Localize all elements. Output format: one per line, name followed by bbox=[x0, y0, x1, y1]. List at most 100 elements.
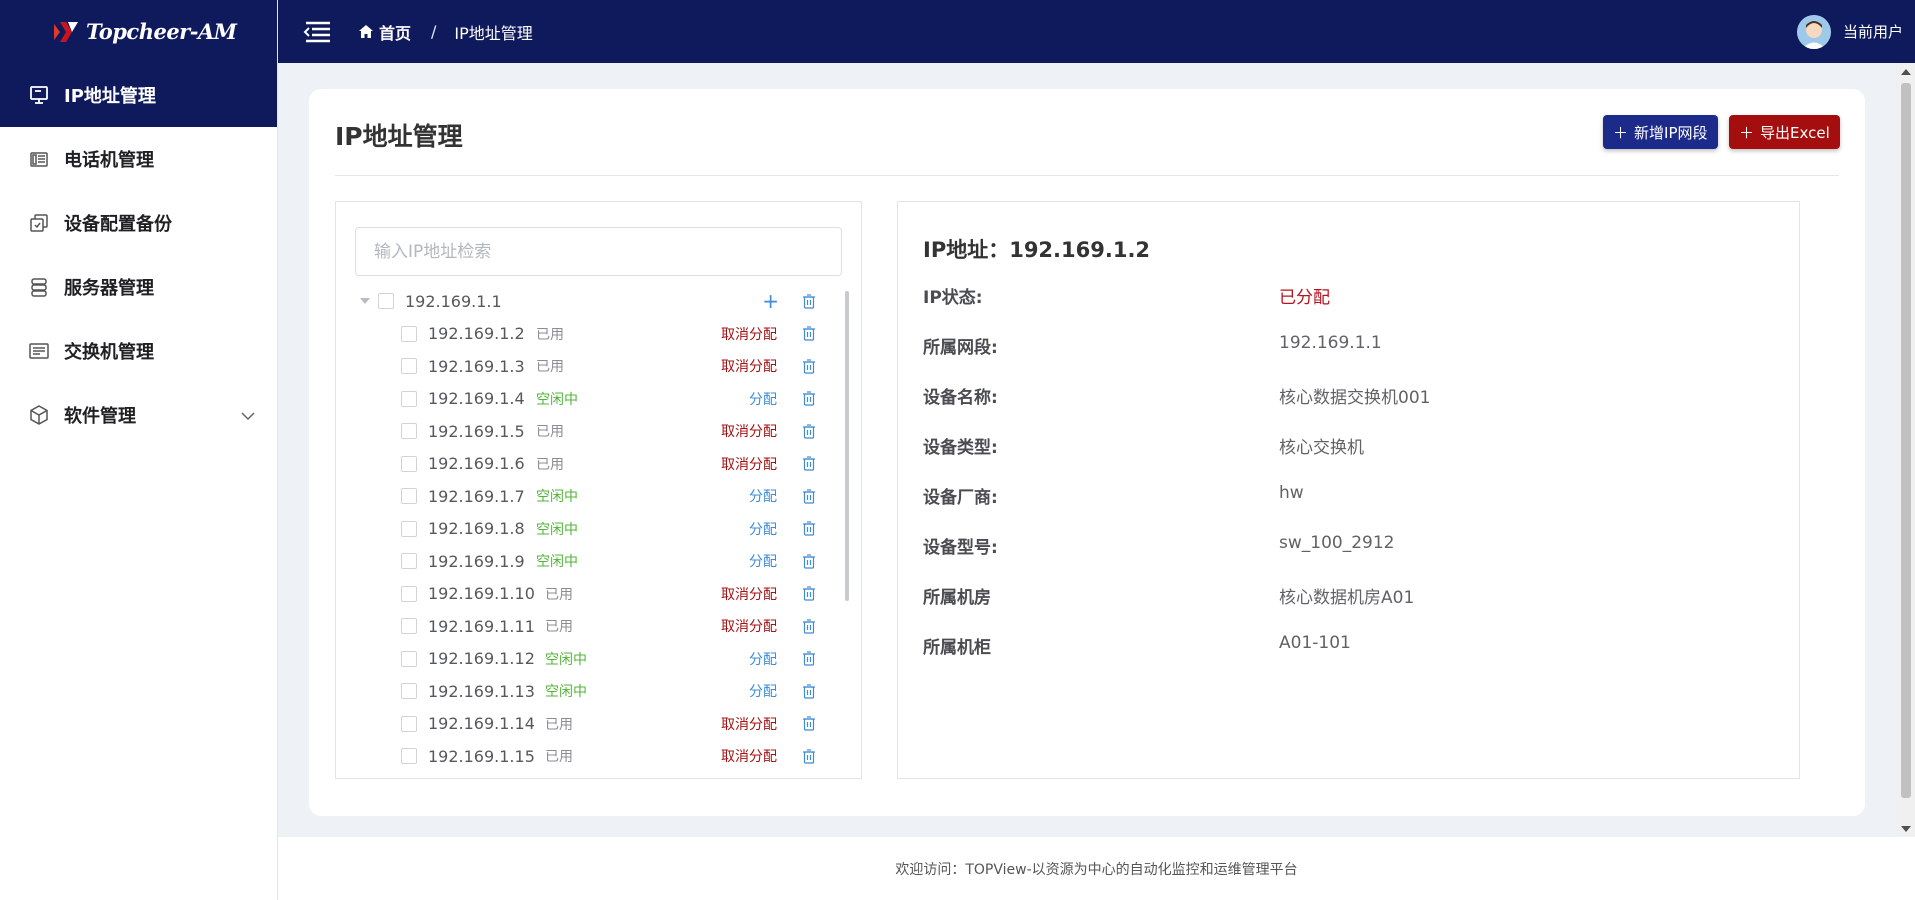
field-label: 设备厂商: bbox=[923, 488, 998, 508]
trash-icon[interactable] bbox=[802, 424, 816, 439]
unassign-link[interactable]: 取消分配 bbox=[721, 584, 777, 604]
sidebar-item-switch[interactable]: 交换机管理 bbox=[0, 319, 277, 383]
checkbox[interactable] bbox=[401, 488, 417, 505]
unassign-link[interactable]: 取消分配 bbox=[721, 714, 777, 734]
trash-icon[interactable] bbox=[802, 684, 816, 699]
tree-parent-row[interactable]: 192.169.1.1 + bbox=[336, 285, 846, 318]
trash-icon[interactable] bbox=[802, 651, 816, 666]
caret-down-icon[interactable] bbox=[360, 298, 370, 305]
tree-ip-row[interactable]: 192.169.1.11 已用 取消分配 bbox=[336, 610, 846, 643]
ip-status: 已用 bbox=[536, 359, 564, 376]
ip-tree: 192.169.1.1 + 192.169.1.2 已用 取消分配 192.169.1… bbox=[336, 285, 846, 773]
ip-address: 192.169.1.6 bbox=[428, 454, 525, 474]
tree-ip-row[interactable]: 192.169.1.2 已用 取消分配 bbox=[336, 318, 846, 351]
trash-icon[interactable] bbox=[802, 619, 816, 634]
checkbox[interactable] bbox=[378, 293, 394, 310]
scroll-down-icon[interactable] bbox=[1901, 826, 1911, 832]
trash-icon[interactable] bbox=[802, 586, 816, 601]
unassign-link[interactable]: 取消分配 bbox=[721, 356, 777, 376]
trash-icon[interactable] bbox=[802, 554, 816, 569]
field-label: 设备型号: bbox=[923, 538, 998, 558]
ip-address: 192.169.1.11 bbox=[428, 616, 535, 636]
tree-ip-row[interactable]: 192.169.1.9 空闲中 分配 bbox=[336, 545, 846, 578]
ip-search-input[interactable] bbox=[355, 227, 842, 276]
sidebar-item-ip[interactable]: IP地址管理 bbox=[0, 63, 277, 127]
tree-ip-row[interactable]: 192.169.1.3 已用 取消分配 bbox=[336, 350, 846, 383]
tree-ip-row[interactable]: 192.169.1.8 空闲中 分配 bbox=[336, 513, 846, 546]
tree-ip-row[interactable]: 192.169.1.4 空闲中 分配 bbox=[336, 383, 846, 416]
checkbox[interactable] bbox=[401, 715, 417, 732]
ip-status: 空闲中 bbox=[536, 391, 578, 408]
trash-icon[interactable] bbox=[802, 521, 816, 536]
field-value: hw bbox=[1279, 483, 1304, 503]
sidebar-item-label: 交换机管理 bbox=[64, 342, 154, 363]
tree-ip-row[interactable]: 192.169.1.5 已用 取消分配 bbox=[336, 415, 846, 448]
add-ip-icon[interactable]: + bbox=[762, 289, 779, 313]
unassign-link[interactable]: 取消分配 bbox=[721, 616, 777, 636]
trash-icon[interactable] bbox=[802, 359, 816, 374]
avatar bbox=[1796, 14, 1831, 49]
ip-status: 已用 bbox=[545, 716, 573, 733]
assign-link[interactable]: 分配 bbox=[749, 389, 777, 409]
checkbox[interactable] bbox=[401, 585, 417, 602]
ip-status: 空闲中 bbox=[536, 521, 578, 538]
field-label: 设备名称: bbox=[923, 388, 998, 408]
trash-icon[interactable] bbox=[802, 294, 816, 309]
logo[interactable]: Topcheer-AM bbox=[0, 0, 277, 63]
checkbox[interactable] bbox=[401, 423, 417, 440]
checkbox[interactable] bbox=[401, 553, 417, 570]
checkbox[interactable] bbox=[401, 618, 417, 635]
chevron-down-icon[interactable] bbox=[241, 405, 255, 426]
tree-ip-row[interactable]: 192.169.1.14 已用 取消分配 bbox=[336, 708, 846, 741]
sidebar-item-label: 电话机管理 bbox=[64, 150, 154, 171]
field-label: 设备类型: bbox=[923, 438, 998, 458]
unassign-link[interactable]: 取消分配 bbox=[721, 324, 777, 344]
checkbox[interactable] bbox=[401, 650, 417, 667]
scroll-thumb[interactable] bbox=[1901, 83, 1911, 798]
checkbox[interactable] bbox=[401, 748, 417, 765]
add-subnet-button[interactable]: ＋ 新增IP网段 bbox=[1603, 115, 1718, 149]
trash-icon[interactable] bbox=[802, 749, 816, 764]
assign-link[interactable]: 分配 bbox=[749, 649, 777, 669]
assign-link[interactable]: 分配 bbox=[749, 681, 777, 701]
sidebar-item-server[interactable]: 服务器管理 bbox=[0, 255, 277, 319]
checkbox[interactable] bbox=[401, 390, 417, 407]
checkbox[interactable] bbox=[401, 325, 417, 342]
tree-ip-row[interactable]: 192.169.1.6 已用 取消分配 bbox=[336, 448, 846, 481]
trash-icon[interactable] bbox=[802, 391, 816, 406]
field-value: sw_100_2912 bbox=[1279, 533, 1395, 553]
trash-icon[interactable] bbox=[802, 326, 816, 341]
trash-icon[interactable] bbox=[802, 456, 816, 471]
checkbox[interactable] bbox=[401, 455, 417, 472]
checkbox[interactable] bbox=[401, 520, 417, 537]
assign-link[interactable]: 分配 bbox=[749, 551, 777, 571]
trash-icon[interactable] bbox=[802, 716, 816, 731]
sidebar-item-phone[interactable]: 电话机管理 bbox=[0, 127, 277, 191]
scroll-up-icon[interactable] bbox=[1901, 69, 1911, 75]
tree-ip-row[interactable]: 192.169.1.10 已用 取消分配 bbox=[336, 578, 846, 611]
assign-link[interactable]: 分配 bbox=[749, 486, 777, 506]
unassign-link[interactable]: 取消分配 bbox=[721, 454, 777, 474]
tree-ip-row[interactable]: 192.169.1.12 空闲中 分配 bbox=[336, 643, 846, 676]
breadcrumb-home[interactable]: 首页 bbox=[358, 20, 411, 44]
tree-ip-row[interactable]: 192.169.1.13 空闲中 分配 bbox=[336, 675, 846, 708]
field-value: 核心数据交换机001 bbox=[1279, 388, 1431, 408]
tree-scrollbar[interactable] bbox=[845, 291, 849, 601]
sidebar-item-software[interactable]: 软件管理 bbox=[0, 383, 277, 447]
ip-address: 192.169.1.14 bbox=[428, 714, 535, 734]
assign-link[interactable]: 分配 bbox=[749, 519, 777, 539]
checkbox[interactable] bbox=[401, 683, 417, 700]
server-icon bbox=[28, 276, 50, 298]
menu-toggle-icon[interactable] bbox=[302, 20, 332, 44]
export-excel-button[interactable]: ＋ 导出Excel bbox=[1729, 115, 1840, 149]
tree-ip-row[interactable]: 192.169.1.15 已用 取消分配 bbox=[336, 740, 846, 773]
plus-icon: ＋ bbox=[1739, 123, 1755, 142]
user-menu[interactable]: 当前用户 bbox=[1796, 14, 1903, 49]
checkbox[interactable] bbox=[401, 358, 417, 375]
tree-ip-row[interactable]: 192.169.1.7 空闲中 分配 bbox=[336, 480, 846, 513]
sidebar-item-backup[interactable]: 设备配置备份 bbox=[0, 191, 277, 255]
trash-icon[interactable] bbox=[802, 489, 816, 504]
unassign-link[interactable]: 取消分配 bbox=[721, 421, 777, 441]
page-scrollbar[interactable] bbox=[1896, 63, 1915, 836]
unassign-link[interactable]: 取消分配 bbox=[721, 746, 777, 766]
